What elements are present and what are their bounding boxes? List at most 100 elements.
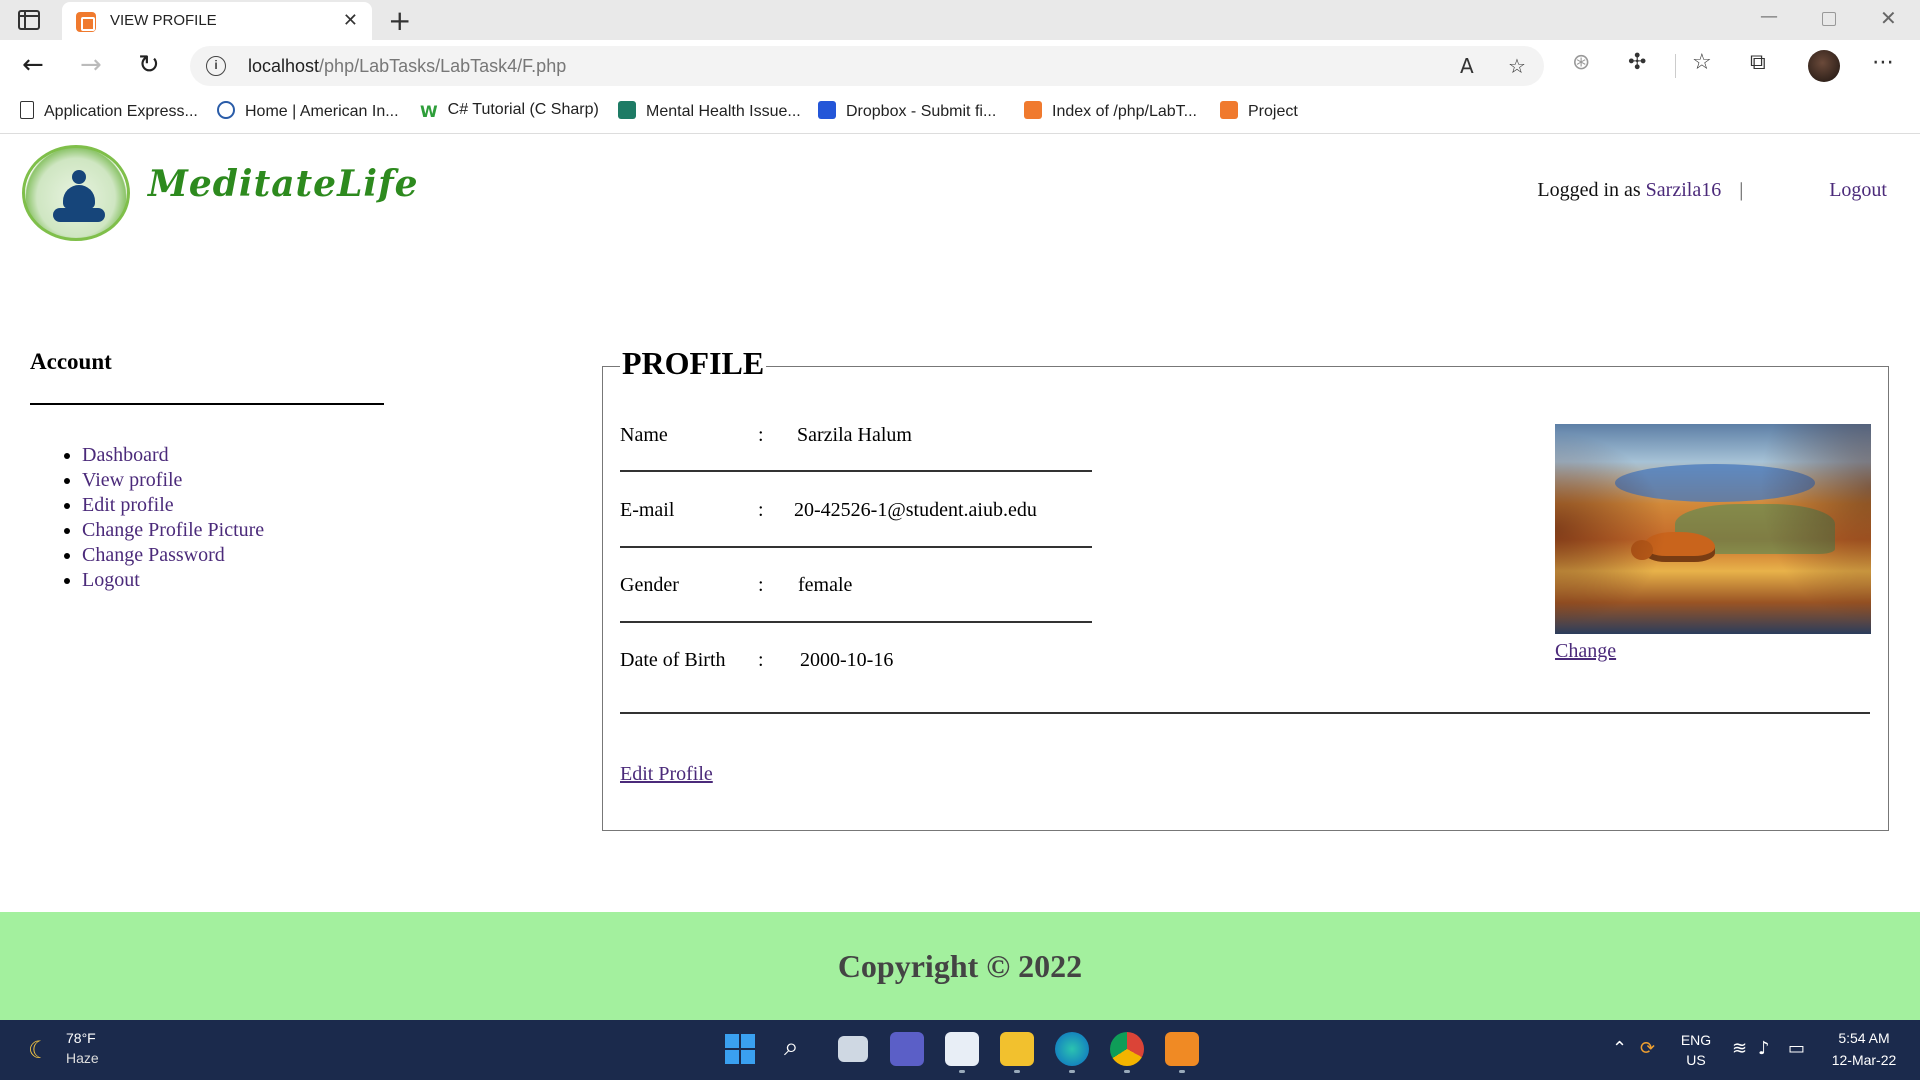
account-menu: Dashboard View profile Edit profile Chan… bbox=[82, 443, 264, 593]
globe-icon bbox=[217, 101, 235, 119]
running-indicator bbox=[1124, 1070, 1130, 1073]
bookmark-item[interactable]: Home | American In... bbox=[217, 101, 399, 121]
windows-taskbar: ☾ 78°F Haze ⌕ ⌃ ⟳ ENG US ≋ ♪ ▭ 5:54 AM 1… bbox=[0, 1020, 1920, 1080]
url-path: /php/LabTasks/LabTask4/F.php bbox=[319, 56, 567, 76]
bookmark-item[interactable]: Mental Health Issue... bbox=[618, 101, 801, 121]
field-colon: : bbox=[758, 499, 764, 521]
email-label: E-mail bbox=[620, 499, 675, 521]
view-profile-link[interactable]: View profile bbox=[82, 469, 182, 491]
snipping-tool-icon[interactable] bbox=[945, 1032, 979, 1066]
url-host: localhost bbox=[248, 56, 320, 76]
gender-value: female bbox=[798, 574, 853, 596]
bookmark-item[interactable]: Index of /php/LabT... bbox=[1024, 101, 1197, 121]
dob-label: Date of Birth bbox=[620, 649, 726, 671]
menu-item-change-password: Change Password bbox=[82, 543, 264, 568]
dashboard-link[interactable]: Dashboard bbox=[82, 444, 169, 466]
sync-icon[interactable]: ⟳ bbox=[1640, 1038, 1655, 1059]
bookmark-item[interactable]: W C# Tutorial (C Sharp) bbox=[420, 101, 599, 121]
close-window-icon[interactable]: ✕ bbox=[1880, 6, 1897, 30]
sublime-text-icon[interactable] bbox=[1165, 1032, 1199, 1066]
dropbox-icon bbox=[818, 101, 836, 119]
meditation-logo-icon[interactable] bbox=[22, 145, 130, 241]
battery-icon[interactable]: ▭ bbox=[1788, 1038, 1805, 1059]
teams-chat-icon[interactable] bbox=[890, 1032, 924, 1066]
section-divider bbox=[620, 712, 1870, 714]
edit-profile-button[interactable]: Edit Profile bbox=[620, 763, 713, 786]
copyright-text: Copyright © 2022 bbox=[837, 948, 1083, 984]
bookmarks-bar: Application Express... Home | American I… bbox=[0, 92, 1920, 134]
change-picture-link[interactable]: Change Profile Picture bbox=[82, 519, 264, 541]
chrome-browser-icon[interactable] bbox=[1110, 1032, 1144, 1066]
dob-value: 2000-10-16 bbox=[800, 649, 894, 671]
bookmark-label: Mental Health Issue... bbox=[646, 103, 801, 120]
reload-icon[interactable]: ↻ bbox=[138, 50, 160, 80]
extensions-icon[interactable]: ✣ bbox=[1628, 50, 1646, 75]
menu-item-dashboard: Dashboard bbox=[82, 443, 264, 468]
forward-arrow-icon[interactable]: → bbox=[80, 50, 102, 80]
bookmark-item[interactable]: Dropbox - Submit fi... bbox=[818, 101, 996, 121]
more-menu-icon[interactable]: ⋯ bbox=[1872, 50, 1894, 75]
running-indicator bbox=[959, 1070, 965, 1073]
bookmark-label: Project bbox=[1248, 103, 1298, 120]
profile-legend: PROFILE bbox=[620, 345, 767, 382]
change-picture-button[interactable]: Change bbox=[1555, 640, 1616, 663]
header-separator: | bbox=[1739, 179, 1744, 201]
weather-temperature[interactable]: 78°F bbox=[66, 1030, 96, 1046]
collections-icon[interactable]: ⧉ bbox=[1750, 50, 1766, 75]
tab-title: VIEW PROFILE bbox=[110, 12, 217, 29]
volume-icon[interactable]: ♪ bbox=[1758, 1038, 1770, 1059]
tab-view-profile[interactable]: VIEW PROFILE ✕ bbox=[62, 2, 372, 40]
meditating-figure bbox=[53, 170, 105, 226]
xampp-favicon-icon bbox=[76, 12, 96, 32]
clock-time[interactable]: 5:54 AM bbox=[1824, 1030, 1904, 1046]
file-explorer-icon[interactable] bbox=[1000, 1032, 1034, 1066]
menu-item-edit-profile: Edit profile bbox=[82, 493, 264, 518]
minimize-window-icon[interactable]: — bbox=[1760, 6, 1778, 27]
sheet-icon bbox=[618, 101, 636, 119]
clock-date[interactable]: 12-Mar-22 bbox=[1824, 1052, 1904, 1068]
language-indicator[interactable]: ENG bbox=[1680, 1032, 1712, 1048]
page-footer: Copyright © 2022 bbox=[0, 912, 1920, 1020]
close-tab-icon[interactable]: ✕ bbox=[343, 10, 358, 31]
toolbar-divider bbox=[1675, 54, 1676, 78]
header-logout-link[interactable]: Logout bbox=[1829, 179, 1887, 201]
start-button-icon[interactable] bbox=[723, 1032, 757, 1066]
restore-window-icon[interactable] bbox=[1822, 12, 1836, 26]
bookmark-item[interactable]: Application Express... bbox=[20, 101, 198, 121]
edit-profile-menu-link[interactable]: Edit profile bbox=[82, 494, 174, 516]
w3schools-icon: W bbox=[420, 102, 438, 121]
tab-actions-icon[interactable] bbox=[18, 10, 40, 30]
url-text[interactable]: localhost/php/LabTasks/LabTask4/F.php bbox=[248, 56, 566, 77]
email-value: 20-42526-1@student.aiub.edu bbox=[794, 499, 1037, 521]
browser-tabstrip: VIEW PROFILE ✕ + — ✕ bbox=[0, 0, 1920, 40]
field-divider bbox=[620, 470, 1092, 472]
sidebar-logout-link[interactable]: Logout bbox=[82, 569, 140, 591]
favorites-icon[interactable]: ☆ bbox=[1692, 50, 1712, 75]
username-link[interactable]: Sarzila16 bbox=[1646, 179, 1722, 201]
bookmark-label: Dropbox - Submit fi... bbox=[846, 103, 997, 120]
extension-disabled-icon[interactable]: ⊛ bbox=[1572, 50, 1590, 75]
region-indicator[interactable]: US bbox=[1680, 1052, 1712, 1068]
moon-weather-icon[interactable]: ☾ bbox=[28, 1036, 50, 1064]
task-view-icon[interactable] bbox=[838, 1036, 868, 1062]
page-icon bbox=[20, 101, 34, 119]
edge-browser-icon[interactable] bbox=[1055, 1032, 1089, 1066]
bookmark-item[interactable]: Project bbox=[1220, 101, 1298, 121]
weather-condition[interactable]: Haze bbox=[66, 1050, 99, 1066]
new-tab-icon[interactable]: + bbox=[388, 4, 411, 37]
site-logo-text[interactable]: MeditateLife bbox=[148, 163, 418, 205]
add-favorite-icon[interactable]: ☆ bbox=[1508, 54, 1526, 78]
name-label: Name bbox=[620, 424, 668, 446]
login-status: Logged in as Sarzila16 | Logout bbox=[1537, 179, 1887, 202]
field-colon: : bbox=[758, 574, 764, 596]
chevron-up-icon[interactable]: ⌃ bbox=[1612, 1038, 1627, 1059]
search-icon[interactable]: ⌕ bbox=[784, 1032, 799, 1063]
change-password-link[interactable]: Change Password bbox=[82, 544, 225, 566]
browser-toolbar: ← → ↻ i localhost/php/LabTasks/LabTask4/… bbox=[0, 40, 1920, 92]
wifi-icon[interactable]: ≋ bbox=[1732, 1038, 1747, 1059]
address-bar[interactable]: i localhost/php/LabTasks/LabTask4/F.php … bbox=[190, 46, 1544, 86]
read-aloud-icon[interactable]: A bbox=[1460, 54, 1474, 78]
profile-avatar[interactable] bbox=[1808, 50, 1840, 82]
site-info-icon[interactable]: i bbox=[206, 56, 226, 76]
back-arrow-icon[interactable]: ← bbox=[22, 50, 44, 80]
